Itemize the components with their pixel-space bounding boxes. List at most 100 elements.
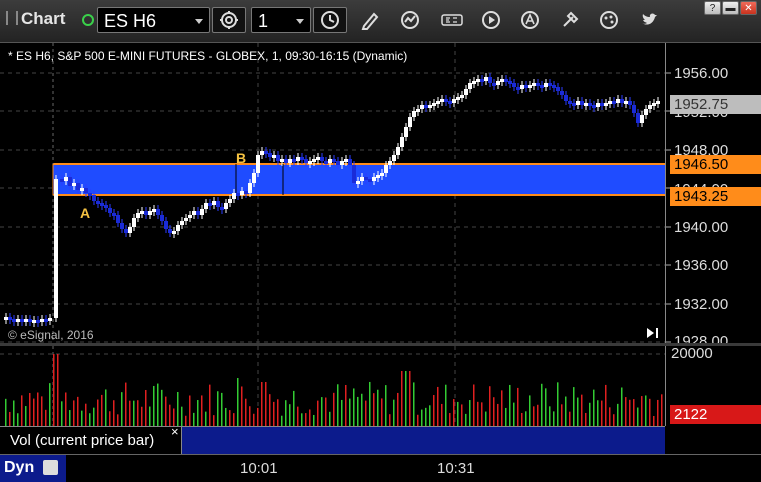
time-template-button[interactable] [313, 7, 347, 33]
candle [232, 193, 236, 199]
volume-bar [561, 404, 563, 426]
palette-icon[interactable] [598, 9, 620, 31]
copyright-text: © eSignal, 2016 [8, 328, 94, 342]
candle [132, 218, 136, 227]
volume-bar [209, 384, 211, 426]
volume-bar [449, 413, 451, 426]
candle [520, 85, 524, 89]
chart-header: * ES H6, S&P 500 E-MINI FUTURES - GLOBEX… [8, 49, 407, 63]
volume-bar [489, 386, 491, 426]
study-close-icon[interactable]: × [171, 424, 179, 439]
chart-title[interactable]: Chart [6, 9, 65, 29]
label-a: A [80, 205, 90, 221]
interval-input[interactable]: 1 [251, 7, 311, 33]
twitter-share-icon[interactable] [638, 9, 660, 31]
volume-bar [617, 403, 619, 426]
volume-bar [581, 394, 583, 426]
candle [544, 83, 548, 87]
candle [276, 155, 280, 161]
volume-bar [629, 399, 631, 426]
dyn-box[interactable]: Dyn [0, 455, 66, 482]
candle [380, 173, 384, 176]
symbol-input[interactable]: ES H6 [97, 7, 210, 33]
alert-icon[interactable] [519, 9, 541, 31]
candle [564, 95, 568, 101]
volume-bar [281, 415, 283, 426]
candle [244, 191, 248, 194]
volume-bar [425, 407, 427, 426]
interval-dropdown-icon[interactable] [296, 19, 304, 24]
volume-bar [225, 407, 227, 426]
candle [268, 153, 272, 157]
candle [604, 103, 608, 106]
help-button[interactable]: ? [704, 1, 721, 15]
candle [332, 159, 336, 162]
volume-bar [397, 392, 399, 426]
volume-bar [305, 413, 307, 426]
candle [92, 195, 96, 201]
candle [336, 161, 340, 165]
candle [504, 79, 508, 82]
link-status-icon[interactable] [82, 14, 94, 26]
volume-bar [241, 386, 243, 426]
study-legend[interactable]: Vol (current price bar) × [0, 424, 182, 455]
volume-bar [569, 411, 571, 426]
volume-bar [361, 393, 363, 426]
candle [136, 213, 140, 218]
candle [188, 215, 192, 218]
candle [288, 159, 292, 163]
volume-bar [169, 404, 171, 426]
volume-bar [365, 400, 367, 426]
candle [484, 77, 488, 81]
pencil-draw-icon[interactable] [359, 9, 381, 31]
candle [54, 179, 58, 318]
candle [88, 193, 92, 196]
symbol-dropdown-icon[interactable] [195, 19, 203, 24]
volume-bar [373, 393, 375, 426]
candle [248, 183, 252, 193]
candle [440, 99, 444, 102]
drag-grip-icon[interactable] [6, 11, 18, 25]
candle [252, 173, 256, 183]
candle [456, 97, 460, 100]
volume-bar [81, 410, 83, 426]
efs-formula-icon[interactable] [440, 9, 464, 31]
candle [500, 79, 504, 82]
volume-bar [401, 371, 403, 426]
candle [120, 223, 124, 229]
play-replay-icon[interactable] [480, 9, 502, 31]
volume-bar [421, 409, 423, 426]
volume-bar [77, 396, 79, 426]
volume-bar [409, 371, 411, 426]
scroll-to-end-icon[interactable] [647, 328, 658, 338]
candle [460, 95, 464, 98]
volume-bar [525, 411, 527, 426]
volume-bar [245, 398, 247, 426]
volume-bar [445, 384, 447, 426]
volume-bar [301, 413, 303, 426]
candle [76, 183, 80, 190]
volume-pane[interactable] [0, 346, 665, 426]
candle [124, 229, 128, 233]
chart-refresh-icon[interactable] [399, 9, 421, 31]
volume-bar [393, 399, 395, 426]
support-resistance-zone[interactable] [53, 164, 665, 195]
dyn-settings-icon[interactable] [43, 460, 58, 475]
volume-bar [29, 392, 31, 426]
volume-bar [405, 371, 407, 426]
candle [516, 87, 520, 90]
price-chart-pane[interactable]: * ES H6, S&P 500 E-MINI FUTURES - GLOBEX… [0, 43, 665, 343]
price-chart-canvas[interactable]: * ES H6, S&P 500 E-MINI FUTURES - GLOBEX… [0, 43, 665, 343]
interval-settings-button[interactable] [212, 7, 246, 33]
volume-bar [573, 387, 575, 426]
candle [408, 117, 412, 127]
candle [568, 101, 572, 104]
candle [104, 205, 108, 208]
volume-bar [97, 399, 99, 426]
close-button[interactable]: ✕ [740, 1, 757, 15]
volume-bar [53, 354, 55, 426]
chart-window: Chart ES H6 1 ? ▬ ✕ * ES H6, S&P 500 E-M… [0, 0, 761, 482]
time-axis[interactable]: Dyn 10:01 10:31 [0, 454, 761, 482]
minimize-button[interactable]: ▬ [722, 1, 739, 15]
tools-icon[interactable] [559, 9, 581, 31]
